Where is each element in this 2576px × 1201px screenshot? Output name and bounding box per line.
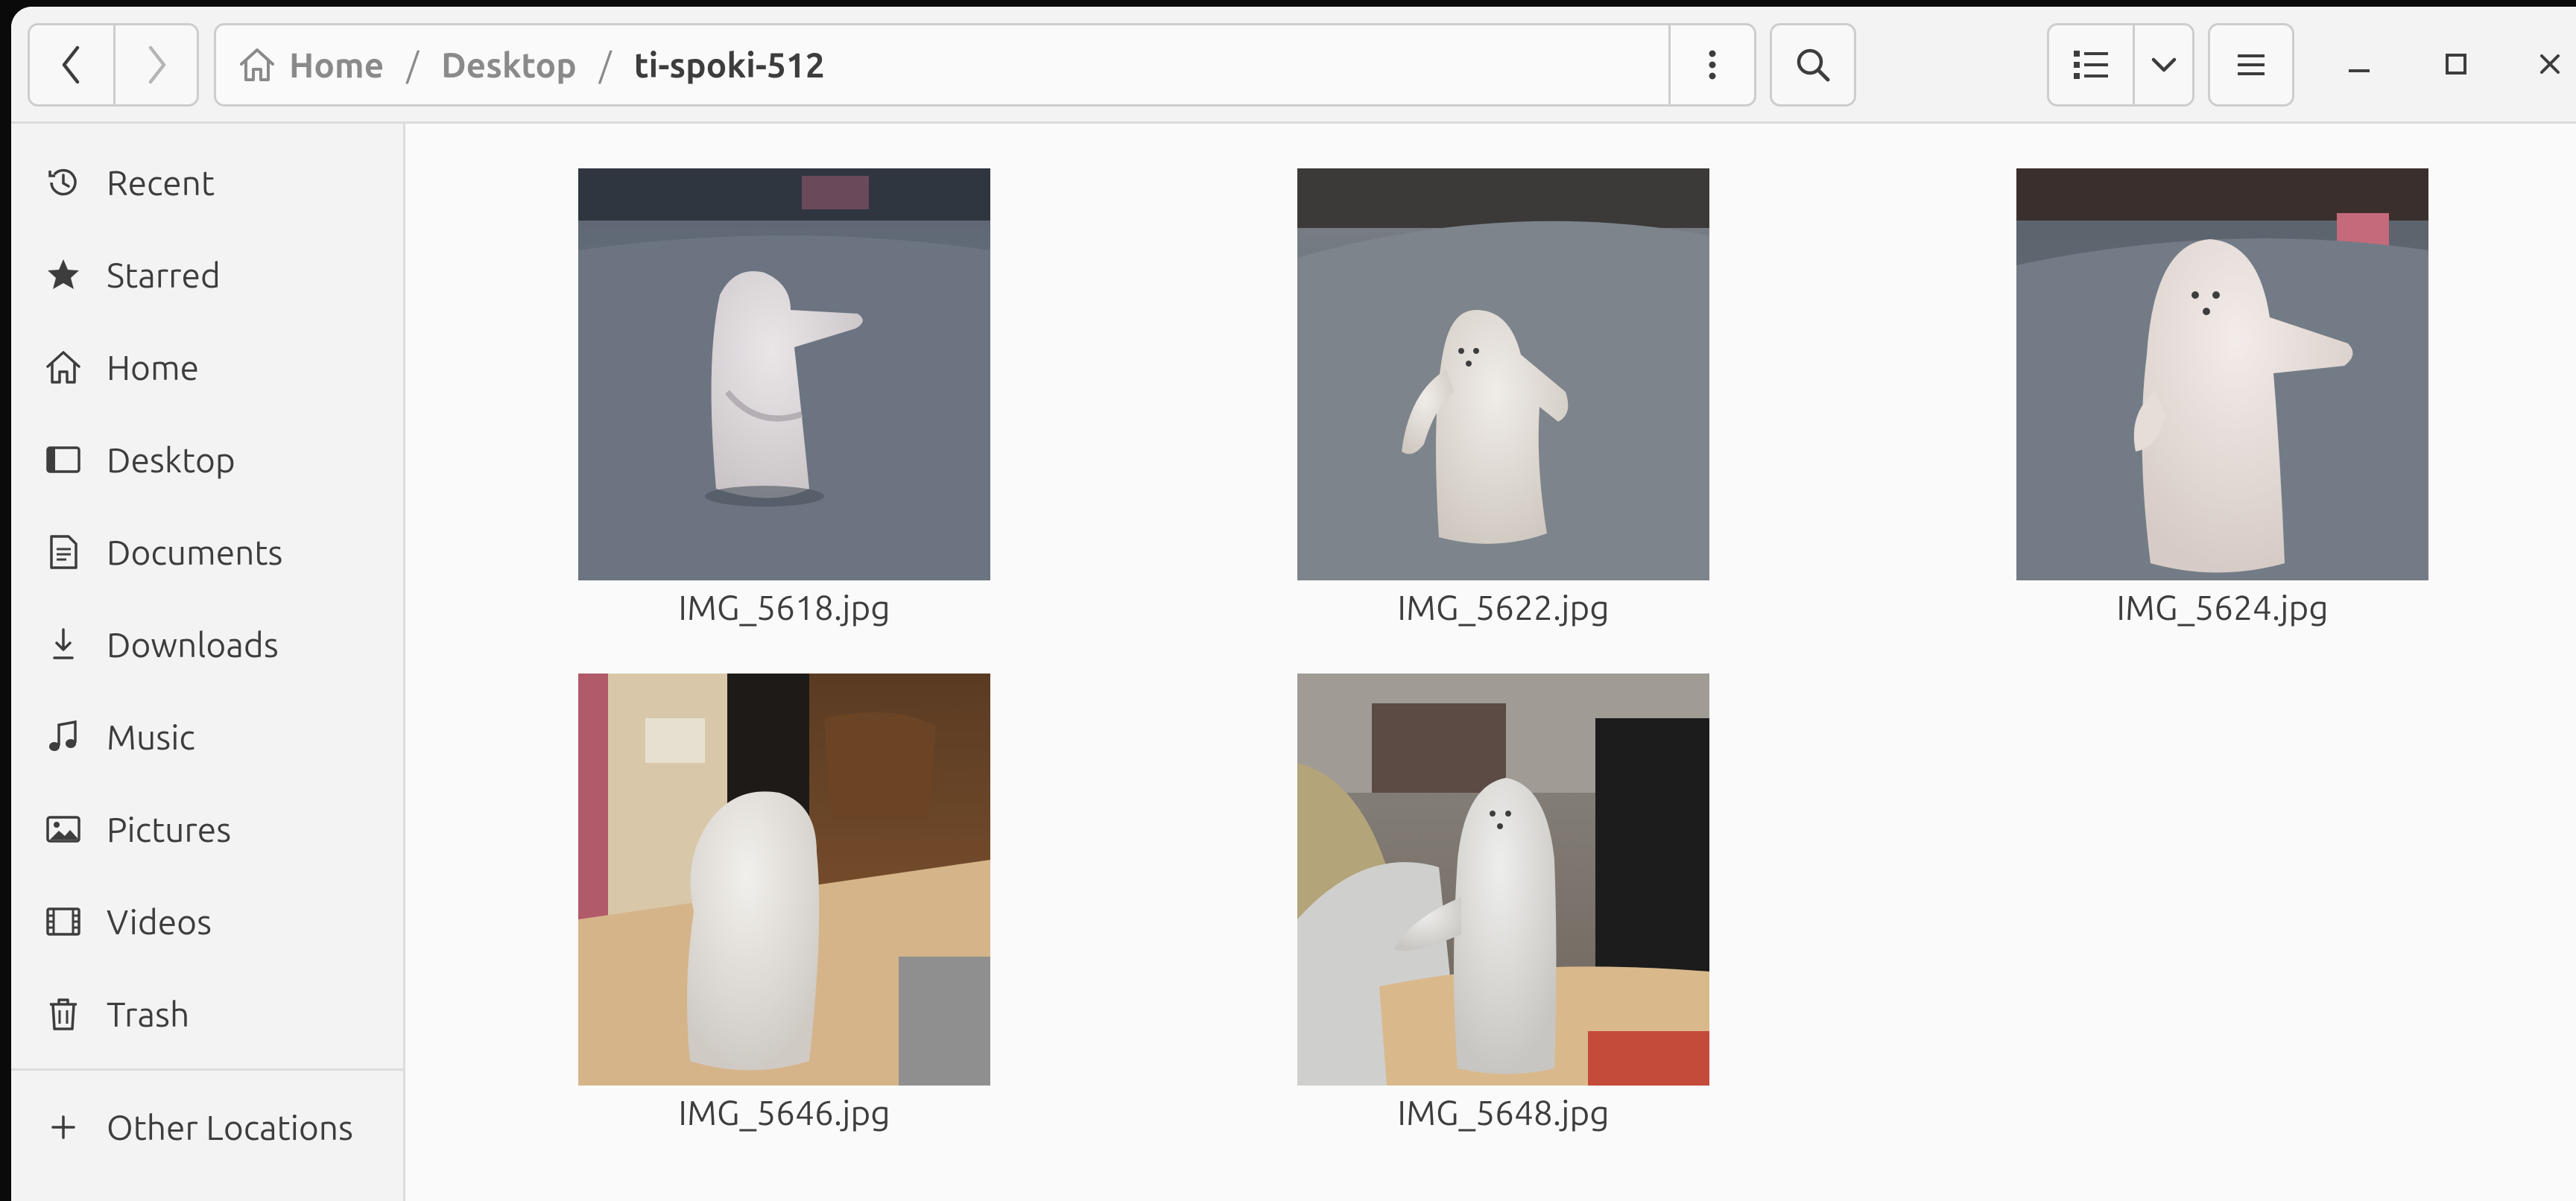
header-bar: Home / Desktop / ti-spoki-512	[11, 7, 2576, 124]
file-name: IMG_5618.jpg	[678, 588, 890, 627]
sidebar-item-label: Documents	[107, 533, 283, 571]
back-button[interactable]	[30, 25, 113, 104]
sidebar-item-pictures[interactable]: Pictures	[11, 788, 403, 870]
file-item[interactable]: IMG_5618.jpg	[578, 168, 990, 627]
trash-icon	[42, 995, 84, 1033]
chevron-left-icon	[57, 45, 86, 85]
file-name: IMG_5646.jpg	[678, 1093, 890, 1132]
download-icon	[42, 625, 84, 664]
maximize-icon	[2441, 49, 2471, 79]
view-dropdown-button[interactable]	[2133, 25, 2192, 104]
image-thumbnail	[2016, 168, 2428, 580]
sidebar-item-desktop[interactable]: Desktop	[11, 419, 403, 501]
list-view-button[interactable]	[2049, 25, 2133, 104]
file-name: IMG_5648.jpg	[1397, 1093, 1610, 1132]
music-icon	[42, 717, 84, 756]
close-icon	[2535, 49, 2565, 79]
star-icon	[42, 256, 84, 294]
sidebar-item-other-locations[interactable]: Other Locations	[11, 1086, 403, 1168]
sidebar-item-label: Pictures	[107, 810, 232, 849]
home-icon	[42, 348, 84, 387]
file-name: IMG_5622.jpg	[1397, 588, 1610, 627]
view-options	[2047, 23, 2194, 107]
clock-icon	[42, 163, 84, 202]
home-icon	[237, 45, 277, 85]
breadcrumb-separator: /	[598, 45, 612, 84]
file-item[interactable]: IMG_5622.jpg	[1297, 168, 1709, 627]
navigation-buttons	[28, 23, 199, 107]
sidebar-item-downloads[interactable]: Downloads	[11, 603, 403, 685]
sidebar-item-trash[interactable]: Trash	[11, 973, 403, 1055]
picture-icon	[42, 810, 84, 849]
main-menu-button[interactable]	[2208, 23, 2294, 107]
desktop-icon	[42, 440, 84, 479]
sidebar-item-label: Starred	[107, 256, 221, 294]
sidebar-item-starred[interactable]: Starred	[11, 234, 403, 316]
vertical-dots-icon	[1707, 48, 1718, 81]
document-icon	[42, 533, 84, 571]
path-bar: Home / Desktop / ti-spoki-512	[214, 23, 1756, 107]
file-manager-window: Home / Desktop / ti-spoki-512 Recent Sta…	[11, 7, 2576, 1201]
sidebar-item-label: Home	[107, 348, 200, 387]
sidebar-divider	[11, 1068, 403, 1071]
sidebar-item-label: Other Locations	[107, 1108, 354, 1147]
maximize-button[interactable]	[2415, 7, 2497, 121]
places-sidebar: Recent Starred Home Desktop Documents Do…	[11, 124, 405, 1201]
sidebar-item-documents[interactable]: Documents	[11, 511, 403, 593]
file-name: IMG_5624.jpg	[2116, 588, 2329, 627]
breadcrumb-separator: /	[406, 45, 420, 84]
video-icon	[42, 902, 84, 941]
sidebar-item-label: Recent	[107, 163, 215, 202]
breadcrumb-desktop[interactable]: Desktop	[441, 45, 577, 84]
close-button[interactable]	[2509, 7, 2576, 121]
sidebar-item-label: Desktop	[107, 440, 235, 479]
file-item[interactable]: IMG_5646.jpg	[578, 674, 990, 1132]
chevron-down-icon	[2149, 54, 2179, 76]
minimize-button[interactable]	[2318, 7, 2400, 121]
minimize-icon	[2344, 49, 2374, 79]
sidebar-item-videos[interactable]: Videos	[11, 881, 403, 963]
sidebar-item-home[interactable]: Home	[11, 326, 403, 408]
breadcrumb-current-folder[interactable]: ti-spoki-512	[634, 45, 825, 84]
list-view-icon	[2072, 48, 2110, 81]
sidebar-item-label: Music	[107, 717, 195, 756]
file-item[interactable]: IMG_5624.jpg	[2016, 168, 2428, 627]
image-thumbnail	[1297, 168, 1709, 580]
image-thumbnail	[578, 168, 990, 580]
image-thumbnail	[578, 674, 990, 1086]
sidebar-item-label: Videos	[107, 902, 212, 941]
file-grid: IMG_5618.jpg IMG_5622.jpg IMG_5624.jpg I…	[405, 124, 2576, 1201]
search-icon	[1793, 45, 1833, 85]
sidebar-item-label: Downloads	[107, 625, 279, 664]
sidebar-item-label: Trash	[107, 995, 190, 1033]
sidebar-item-music[interactable]: Music	[11, 696, 403, 778]
path-menu-button[interactable]	[1668, 25, 1754, 104]
sidebar-item-recent[interactable]: Recent	[11, 142, 403, 224]
breadcrumb-home[interactable]: Home	[237, 45, 384, 85]
hamburger-menu-icon	[2235, 50, 2268, 80]
breadcrumb-home-label: Home	[289, 45, 384, 84]
search-button[interactable]	[1770, 23, 1856, 107]
image-thumbnail	[1297, 674, 1709, 1086]
plus-icon	[42, 1108, 84, 1147]
forward-button[interactable]	[113, 25, 197, 104]
chevron-right-icon	[142, 45, 171, 85]
file-item[interactable]: IMG_5648.jpg	[1297, 674, 1709, 1132]
